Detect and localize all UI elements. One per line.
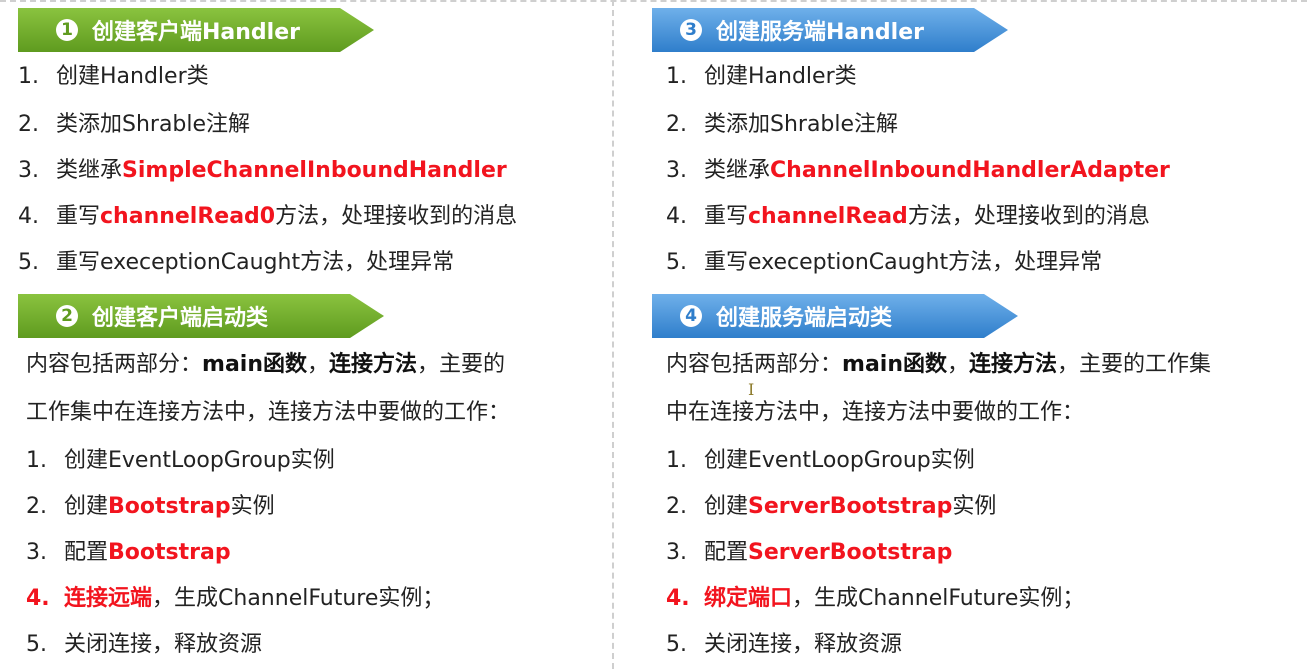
list-item: 3. 类继承SimpleChannelInboundHandler (18, 158, 507, 183)
list-item: 1. 创建Handler类 (18, 64, 209, 89)
section-number-badge: 2 (56, 305, 78, 327)
list-item: 2. 创建ServerBootstrap实例 (666, 494, 997, 519)
section-title: 创建服务端启动类 (716, 306, 893, 331)
section-banner-1: 1 创建客户端Handler (18, 8, 374, 52)
left-column: 1 创建客户端Handler 1. 创建Handler类 2. 类添加Shrable… (0, 0, 605, 669)
section-banner-3: 3 创建服务端Handler (652, 8, 1008, 52)
section-intro-line-1: 内容包括两部分：main函数，连接方法，主要的工作集 (666, 352, 1212, 377)
list-item: 5. 重写execeptionCaught方法，处理异常 (18, 250, 455, 275)
list-item: 1. 创建EventLoopGroup实例 (26, 448, 335, 473)
section-number-badge: 3 (680, 19, 702, 41)
section-title: 创建服务端Handler (716, 20, 924, 45)
list-item: 4. 绑定端口，生成ChannelFuture实例； (666, 586, 1085, 611)
section-title: 创建客户端启动类 (92, 306, 269, 331)
list-item: 3. 配置ServerBootstrap (666, 540, 953, 565)
list-item: 4. 连接远端，生成ChannelFuture实例； (26, 586, 445, 611)
list-item: 2. 创建Bootstrap实例 (26, 494, 275, 519)
list-item: 1. 创建EventLoopGroup实例 (666, 448, 975, 473)
list-item: 4. 重写channelRead0方法，处理接收到的消息 (18, 204, 518, 229)
section-number-badge: 4 (680, 305, 702, 327)
list-item: 1. 创建Handler类 (666, 64, 857, 89)
section-intro-line-2: 工作集中在连接方法中，连接方法中要做的工作： (26, 400, 511, 425)
list-item: 3. 类继承ChannelInboundHandlerAdapter (666, 158, 1170, 183)
section-intro-line-2: 中在连接方法中，连接方法中要做的工作： (666, 400, 1085, 425)
list-item: 4. 重写channelRead方法，处理接收到的消息 (666, 204, 1150, 229)
section-banner-4: 4 创建服务端启动类 (652, 294, 1018, 338)
list-item: 2. 类添加Shrable注解 (18, 112, 251, 137)
list-item: 2. 类添加Shrable注解 (666, 112, 899, 137)
right-column: 3 创建服务端Handler 1. 创建Handler类 2. 类添加Shrable… (650, 0, 1307, 669)
section-intro-line-1: 内容包括两部分：main函数，连接方法，主要的 (26, 352, 506, 377)
list-item: 3. 配置Bootstrap (26, 540, 231, 565)
list-item: 5. 关闭连接，释放资源 (666, 632, 903, 657)
section-banner-2: 2 创建客户端启动类 (18, 294, 384, 338)
list-item: 5. 重写execeptionCaught方法，处理异常 (666, 250, 1103, 275)
section-title: 创建客户端Handler (92, 20, 300, 45)
section-number-badge: 1 (56, 19, 78, 41)
list-item: 5. 关闭连接，释放资源 (26, 632, 263, 657)
column-divider (612, 0, 614, 669)
